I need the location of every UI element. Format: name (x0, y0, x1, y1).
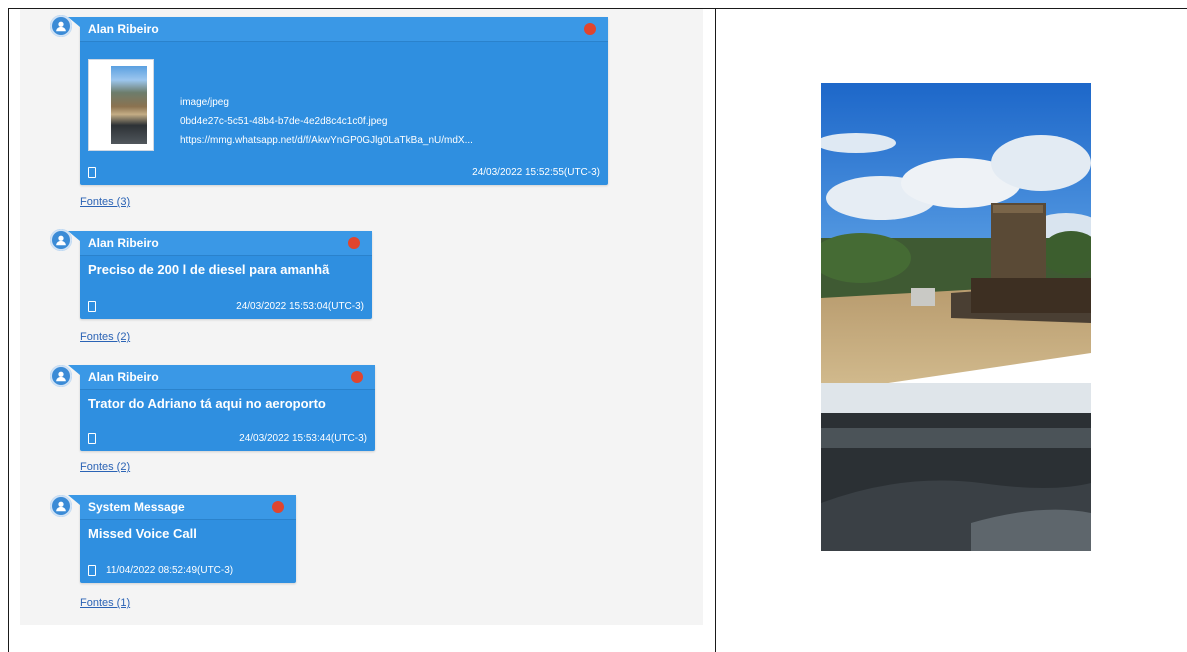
status-dot-icon (272, 501, 284, 513)
message-footer: 11/04/2022 08:52:49(UTC-3) (88, 563, 288, 577)
phone-icon (88, 300, 96, 312)
message-footer: 24/03/2022 15:52:55(UTC-3) (88, 165, 600, 179)
fontes-link[interactable]: Fontes (2) (80, 331, 130, 343)
phone-icon (88, 564, 96, 576)
sender-name: Alan Ribeiro (88, 22, 159, 36)
message-header: Alan Ribeiro (80, 17, 608, 42)
image-thumbnail[interactable] (88, 59, 154, 151)
message-footer: 24/03/2022 15:53:44(UTC-3) (88, 431, 367, 445)
sender-name: Alan Ribeiro (88, 236, 159, 250)
message-text: Trator do Adriano tá aqui no aeroporto (88, 396, 326, 411)
attachment-photo[interactable] (821, 83, 1091, 551)
user-icon-glyph (56, 235, 66, 246)
bubble-tail (68, 17, 80, 27)
phone-icon (88, 166, 96, 178)
bubble-tail (68, 231, 80, 241)
user-icon-glyph (56, 21, 66, 32)
status-dot-icon (584, 23, 596, 35)
status-dot-icon (351, 371, 363, 383)
message-text: Preciso de 200 l de diesel para amanhã (88, 262, 330, 277)
message-text: Missed Voice Call (88, 526, 197, 541)
message-timestamp: 11/04/2022 08:52:49(UTC-3) (106, 564, 234, 576)
bubble-tail (68, 495, 80, 505)
message-header: Alan Ribeiro (80, 365, 375, 390)
message-bubble[interactable]: Alan Ribeiro Preciso de 200 l de diesel … (68, 231, 372, 319)
message-timestamp: 24/03/2022 15:53:04(UTC-3) (236, 300, 364, 312)
table-column-divider (715, 8, 716, 652)
message-bubble[interactable]: System Message Missed Voice Call 11/04/2… (68, 495, 296, 583)
message-header: System Message (80, 495, 296, 520)
thumbnail-picture (111, 66, 147, 144)
message-bubble[interactable]: Alan Ribeiro Trator do Adriano tá aqui n… (68, 365, 375, 451)
user-icon-glyph (56, 371, 66, 382)
message-bubble[interactable]: Alan Ribeiro image/jpeg 0bd4e27c-5c51-48… (68, 17, 608, 185)
attachment-filename: 0bd4e27c-5c51-48b4-b7de-4e2d8c4c1c0f.jpe… (180, 116, 388, 127)
attachment-mime: image/jpeg (180, 97, 229, 108)
fontes-link[interactable]: Fontes (2) (80, 461, 130, 473)
photo-canvas (821, 83, 1091, 551)
bubble-tail (68, 365, 80, 375)
message-footer: 24/03/2022 15:53:04(UTC-3) (88, 299, 364, 313)
message-timestamp: 24/03/2022 15:52:55(UTC-3) (472, 166, 600, 178)
message-header: Alan Ribeiro (80, 231, 372, 256)
sender-name: Alan Ribeiro (88, 370, 159, 384)
sender-name: System Message (88, 500, 185, 514)
message-timestamp: 24/03/2022 15:53:44(UTC-3) (239, 432, 367, 444)
chat-panel: Alan Ribeiro image/jpeg 0bd4e27c-5c51-48… (20, 9, 703, 625)
fontes-link[interactable]: Fontes (1) (80, 597, 130, 609)
table-border-left (8, 8, 9, 652)
attachment-url[interactable]: https://mmg.whatsapp.net/d/f/AkwYnGP0GJl… (180, 135, 473, 146)
user-icon-glyph (56, 501, 66, 512)
status-dot-icon (348, 237, 360, 249)
phone-icon (88, 432, 96, 444)
fontes-link[interactable]: Fontes (3) (80, 196, 130, 208)
